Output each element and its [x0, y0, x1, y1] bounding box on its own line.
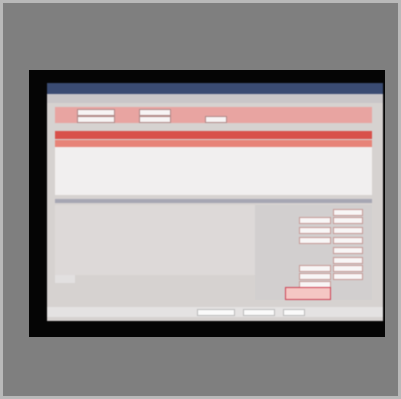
input-field[interactable] — [77, 116, 115, 123]
totals-panel — [255, 205, 372, 300]
note-label-box — [55, 275, 75, 283]
input-field[interactable] — [77, 109, 115, 116]
total-field — [333, 265, 363, 272]
notes-panel — [55, 205, 255, 275]
invoice-header-panel — [55, 107, 372, 123]
status-bar — [47, 307, 383, 317]
column-header — [85, 132, 121, 138]
grid-body — [55, 147, 372, 195]
column-header — [189, 132, 201, 138]
menu-bar — [47, 94, 383, 103]
total-field — [333, 227, 363, 234]
grand-total-box — [285, 287, 331, 300]
total-field — [333, 257, 363, 264]
column-header — [269, 132, 285, 138]
status-field — [243, 309, 275, 316]
column-header — [165, 132, 179, 138]
menu-item[interactable] — [93, 95, 107, 102]
column-header — [295, 132, 309, 138]
table-row[interactable] — [55, 140, 372, 147]
menu-item[interactable] — [117, 95, 131, 102]
total-field — [333, 217, 363, 224]
column-header — [325, 132, 339, 138]
monitor-screen — [47, 83, 383, 321]
total-field — [299, 265, 331, 272]
grid-header — [55, 131, 372, 139]
window-titlebar — [47, 83, 383, 94]
input-field[interactable] — [139, 109, 171, 116]
total-field — [299, 273, 331, 280]
total-field — [299, 237, 331, 244]
scrollbar[interactable] — [55, 199, 372, 203]
total-field — [333, 247, 363, 254]
total-field — [333, 209, 363, 216]
menu-item[interactable] — [53, 95, 67, 102]
status-field — [197, 309, 235, 316]
total-field — [333, 237, 363, 244]
photo-frame — [0, 0, 401, 399]
status-field — [283, 309, 305, 316]
menu-item[interactable] — [167, 95, 181, 102]
column-header — [59, 132, 67, 138]
total-field — [333, 273, 363, 280]
total-field — [299, 217, 331, 224]
menu-item[interactable] — [143, 95, 157, 102]
input-field[interactable] — [139, 116, 171, 123]
column-header — [239, 132, 259, 138]
input-field[interactable] — [205, 116, 227, 123]
total-field — [299, 227, 331, 234]
column-header — [205, 132, 227, 138]
